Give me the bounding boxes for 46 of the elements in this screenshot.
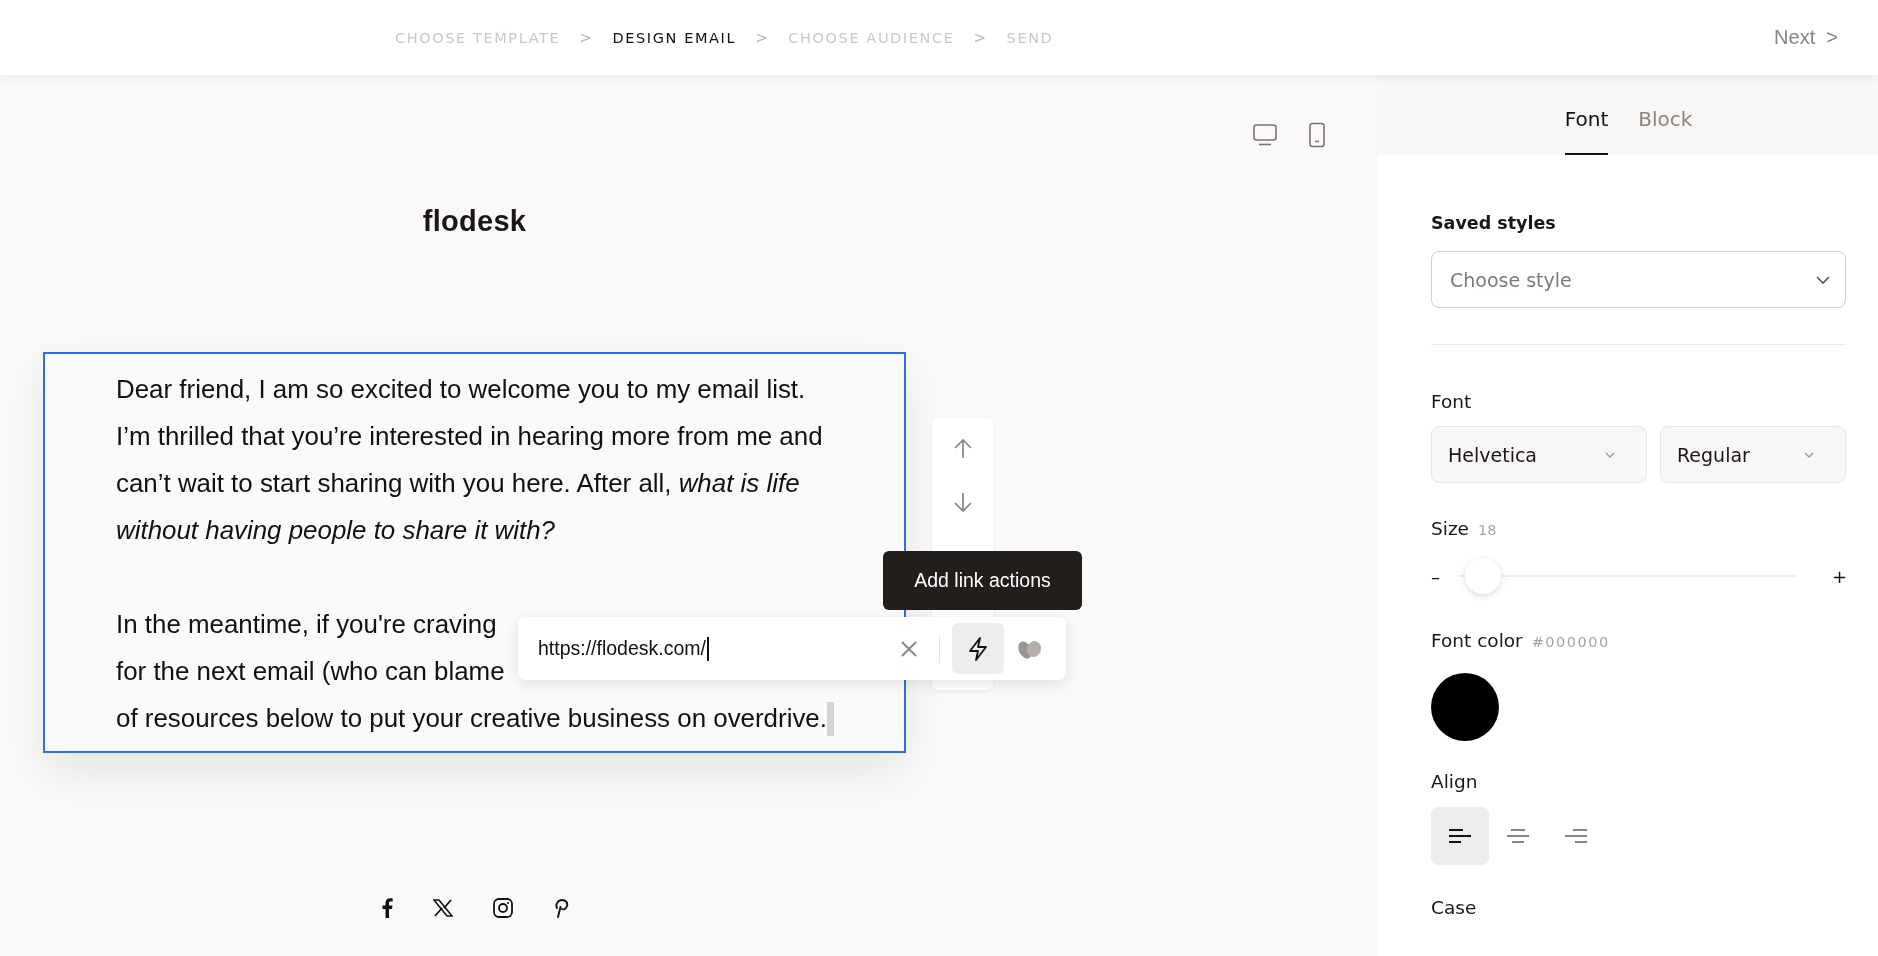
- section-label: Case: [1431, 897, 1477, 918]
- step-separator: >: [579, 28, 594, 47]
- font-family-dropdown[interactable]: Helvetica: [1431, 426, 1647, 483]
- section-label: Size: [1431, 518, 1469, 539]
- step-separator: >: [973, 28, 988, 47]
- paragraph: Dear friend, I am so excited to welcome you to my email list. I’m thrilled that you’re interested in hearing more from me and can’t wait to start sharing with you here. After all, what is life without having people to share it with?: [116, 374, 824, 546]
- email-logo: flodesk: [422, 205, 527, 238]
- facebook-icon[interactable]: [380, 898, 393, 918]
- section-label: Saved styles: [1431, 213, 1556, 233]
- align-right-icon: [1564, 828, 1588, 844]
- increase-button[interactable]: +: [1832, 565, 1846, 587]
- instagram-icon[interactable]: [492, 898, 513, 918]
- text-line: of resources below to put your creative business on overdrive.: [116, 703, 827, 734]
- section-label: Font: [1431, 391, 1472, 412]
- desktop-icon[interactable]: [1252, 123, 1278, 147]
- size-value: 18: [1478, 522, 1497, 538]
- text-line: In the meantime, if you're craving: [116, 609, 497, 640]
- chevron-down-icon: [1815, 274, 1831, 285]
- text-line: for the next email (who can blame: [116, 656, 505, 687]
- style-dropdown[interactable]: Choose style: [1431, 251, 1846, 308]
- pinterest-icon[interactable]: [552, 898, 569, 918]
- url-field[interactable]: https://flodesk.com/: [538, 636, 899, 661]
- panel-tab[interactable]: Font: [1564, 107, 1609, 155]
- align-left-icon: [1448, 828, 1472, 844]
- section-label: Align: [1431, 771, 1478, 792]
- text-block[interactable]: [43, 352, 906, 753]
- font-weight-dropdown[interactable]: Regular: [1660, 426, 1846, 483]
- next-button[interactable]: Next >: [1774, 20, 1838, 55]
- text-cursor: [826, 701, 834, 736]
- tooltip: Add link actions: [883, 551, 1082, 610]
- x-logo-icon[interactable]: [432, 899, 453, 917]
- chevron-down-icon: [1803, 450, 1815, 459]
- arrow-down-icon[interactable]: [951, 491, 974, 513]
- wizard-step[interactable]: DESIGN EMAIL: [612, 29, 737, 46]
- slider-thumb[interactable]: [1465, 558, 1501, 594]
- align-center-icon: [1506, 828, 1530, 844]
- mobile-icon[interactable]: [1308, 122, 1326, 148]
- decrease-button[interactable]: –: [1431, 565, 1445, 587]
- align-left-button[interactable]: [1431, 807, 1489, 865]
- color-value: #000000: [1531, 634, 1610, 650]
- close-icon[interactable]: [899, 638, 919, 659]
- section-label: Font color: [1431, 630, 1523, 651]
- chevron-down-icon: [1604, 450, 1616, 459]
- lightning-button[interactable]: [952, 623, 1004, 674]
- step-separator: >: [755, 28, 770, 47]
- lightning-icon: [967, 635, 989, 662]
